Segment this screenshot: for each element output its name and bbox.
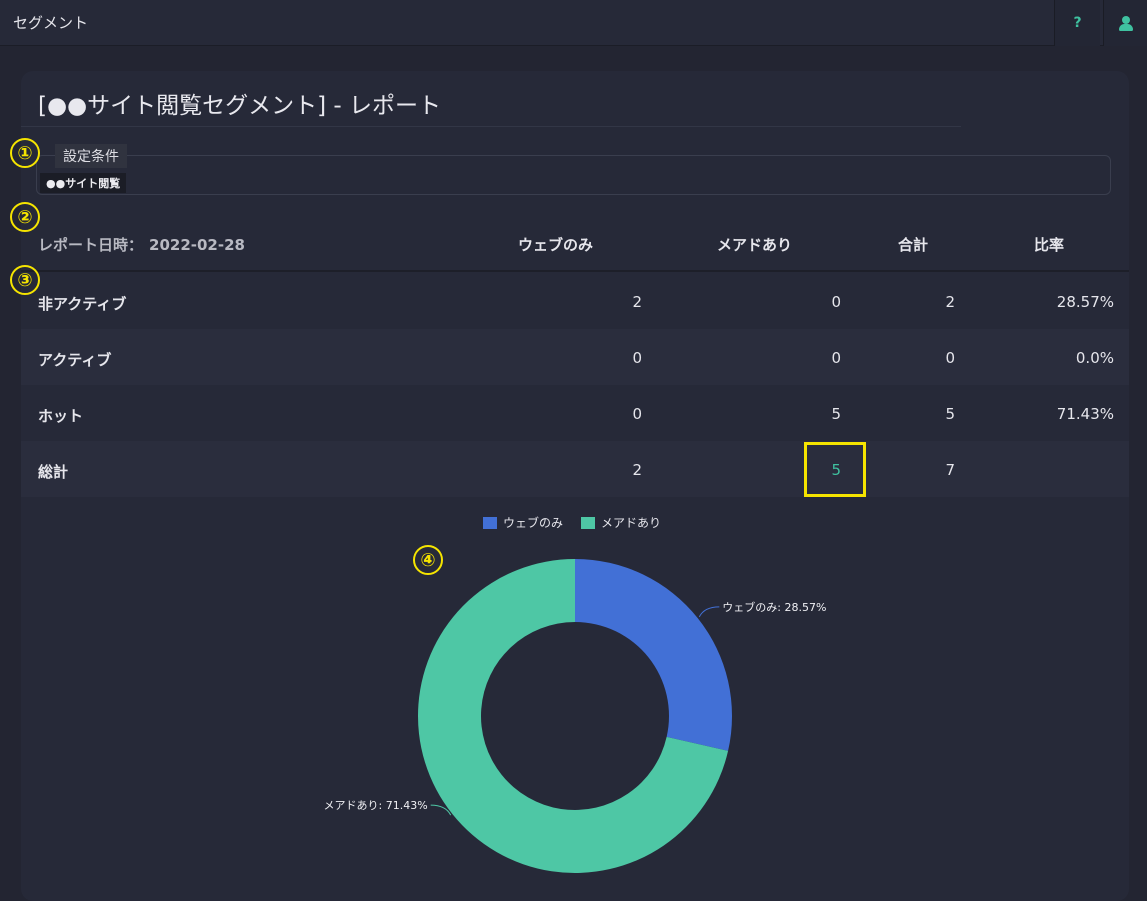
donut-chart: ウェブのみ: 28.57% メアドあり: 71.43% <box>324 559 826 873</box>
user-button[interactable] <box>1103 0 1147 46</box>
top-bar: セグメント ? <box>0 0 1147 46</box>
annotation-marker: ③ <box>10 265 40 295</box>
help-button[interactable]: ? <box>1054 0 1100 46</box>
pie-slice-web[interactable] <box>575 559 732 751</box>
annotation-marker: ② <box>10 202 40 232</box>
annotation-marker: ① <box>10 138 40 168</box>
label-leader-line <box>698 606 720 618</box>
app-title: セグメント <box>13 14 89 32</box>
report-panel: [●●サイト閲覧セグメント] - レポート 設定条件 ●●サイト閲覧 レポート日… <box>21 71 1129 901</box>
user-icon <box>1118 15 1133 31</box>
data-label: ウェブのみ: 28.57% <box>722 600 826 614</box>
data-label: メアドあり: 71.43% <box>324 799 428 812</box>
help-icon: ? <box>1073 15 1082 31</box>
annotation-marker: ④ <box>413 545 443 575</box>
